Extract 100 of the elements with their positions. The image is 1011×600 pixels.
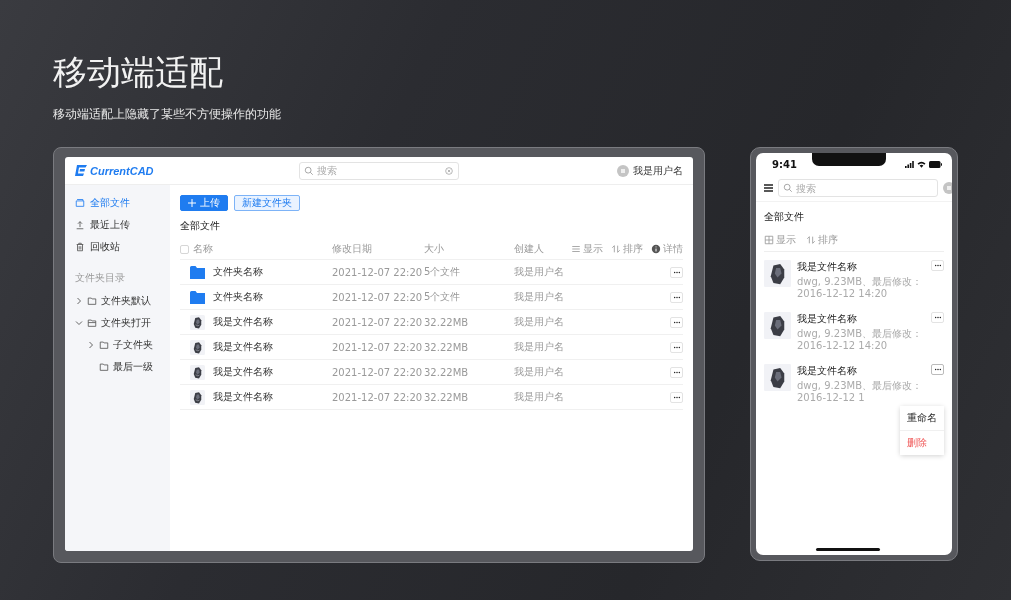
folder-label[interactable]: 子文件夹 <box>113 338 153 352</box>
tree-title: 文件夹目录 <box>75 271 126 285</box>
folder-icon <box>99 340 109 350</box>
more-icon <box>672 395 681 399</box>
logo-icon <box>75 165 87 176</box>
more-icon <box>672 295 681 299</box>
more-icon <box>933 264 942 267</box>
column-header: 大小 <box>424 243 444 254</box>
file-name[interactable]: 我是文件名称 <box>213 365 273 379</box>
table-cell: 32.22MB <box>424 391 469 403</box>
file-name[interactable]: 我是文件名称 <box>797 260 925 274</box>
file-meta: dwg, 9.23MB、最后修改：2016-12-12 1 <box>797 380 923 404</box>
folder-label[interactable]: 文件夹默认 <box>101 294 151 308</box>
open-folder-icon <box>87 318 97 328</box>
file-name[interactable]: 文件夹名称 <box>213 290 263 304</box>
file-name[interactable]: 我是文件名称 <box>213 390 273 404</box>
table-cell: 我是用户名 <box>514 316 564 327</box>
menu-item[interactable]: 删除 <box>900 431 944 455</box>
info-icon <box>651 244 661 254</box>
more-icon <box>933 368 942 371</box>
sidebar-item[interactable]: 最近上传 <box>71 215 164 235</box>
column-header: 创建人 <box>514 243 544 254</box>
wifi-icon <box>917 160 926 168</box>
table-cell: 我是用户名 <box>514 391 564 402</box>
breadcrumb: 全部文件 <box>764 210 805 224</box>
trash-icon <box>75 242 85 252</box>
more-icon <box>672 370 681 374</box>
more-button[interactable] <box>931 312 944 323</box>
upload-icon <box>75 220 85 230</box>
more-button[interactable] <box>670 366 683 378</box>
search-field[interactable]: 搜索 <box>778 179 938 197</box>
folder-icon <box>190 290 205 304</box>
table-cell: 我是用户名 <box>514 291 564 302</box>
table-cell: 我是用户名 <box>514 341 564 352</box>
grid-icon <box>764 235 774 245</box>
sidebar-item[interactable]: 全部文件 <box>71 193 164 213</box>
folder-icon <box>190 265 205 279</box>
file-name[interactable]: 文件夹名称 <box>213 265 263 279</box>
table-cell: 32.22MB <box>424 366 469 378</box>
table-cell: 32.22MB <box>424 341 469 353</box>
table-cell: 5个文件 <box>424 266 461 277</box>
more-icon <box>933 316 942 319</box>
table-cell: 2021-12-07 22:20 <box>332 391 423 403</box>
select-all-checkbox[interactable] <box>180 244 189 254</box>
breadcrumb: 全部文件 <box>180 219 221 233</box>
menu-icon[interactable] <box>764 184 773 192</box>
model-thumbnail <box>190 389 205 405</box>
model-thumbnail <box>764 260 791 287</box>
home-indicator <box>816 548 880 551</box>
more-button[interactable] <box>670 316 683 328</box>
model-thumbnail <box>190 339 205 355</box>
battery-icon <box>929 160 942 168</box>
page-subtitle: 移动端适配上隐藏了某些不方便操作的功能 <box>53 106 281 123</box>
model-thumbnail <box>190 364 205 380</box>
search-icon <box>304 165 314 176</box>
column-header: 修改日期 <box>332 243 372 254</box>
more-button[interactable] <box>931 260 944 271</box>
new-folder-button[interactable]: 新建文件夹 <box>234 195 300 211</box>
file-meta: dwg, 9.23MB、最后修改：2016-12-12 14:20 <box>797 328 923 352</box>
file-name[interactable]: 我是文件名称 <box>797 312 925 326</box>
more-button[interactable] <box>670 266 683 278</box>
model-thumbnail <box>764 364 791 391</box>
table-cell: 2021-12-07 22:20 <box>332 341 423 353</box>
file-name[interactable]: 我是文件名称 <box>797 364 925 378</box>
file-name[interactable]: 我是文件名称 <box>213 340 273 354</box>
more-button[interactable] <box>670 391 683 403</box>
user-name[interactable]: 我是用户名 <box>633 163 683 178</box>
table-cell: 2021-12-07 22:20 <box>332 316 423 328</box>
more-button[interactable] <box>670 291 683 303</box>
sort-icon <box>611 244 621 254</box>
more-icon <box>672 345 681 349</box>
table-cell: 2021-12-07 22:20 <box>332 266 423 278</box>
status-time: 9:41 <box>772 158 797 170</box>
more-icon <box>672 270 681 274</box>
table-cell: 32.22MB <box>424 316 469 328</box>
table-cell: 2021-12-07 22:20 <box>332 366 423 378</box>
sidebar-item[interactable]: 回收站 <box>71 237 164 257</box>
more-button[interactable] <box>670 341 683 353</box>
folder-icon <box>87 296 97 306</box>
plus-icon <box>188 199 196 207</box>
table-cell: 我是用户名 <box>514 266 564 277</box>
menu-item[interactable]: 重命名 <box>900 406 944 431</box>
page-title: 移动端适配 <box>53 51 223 94</box>
sort-icon <box>806 235 816 245</box>
model-thumbnail <box>764 312 791 339</box>
table-cell: 我是用户名 <box>514 366 564 377</box>
search-field[interactable]: 搜索 <box>299 161 459 180</box>
more-button[interactable] <box>931 364 944 375</box>
upload-button[interactable]: 上传 <box>180 195 228 211</box>
signal-icon <box>905 160 914 168</box>
file-meta: dwg, 9.23MB、最后修改：2016-12-12 14:20 <box>797 276 923 300</box>
folder-label[interactable]: 文件夹打开 <box>101 316 151 330</box>
folder-label[interactable]: 最后一级 <box>113 360 153 374</box>
table-cell: 5个文件 <box>424 291 461 302</box>
table-cell: 2021-12-07 22:20 <box>332 291 423 303</box>
column-header: 名称 <box>193 242 213 256</box>
file-name[interactable]: 我是文件名称 <box>213 315 273 329</box>
folder-icon <box>99 362 109 372</box>
search-icon <box>783 183 793 193</box>
list-icon <box>571 244 581 254</box>
